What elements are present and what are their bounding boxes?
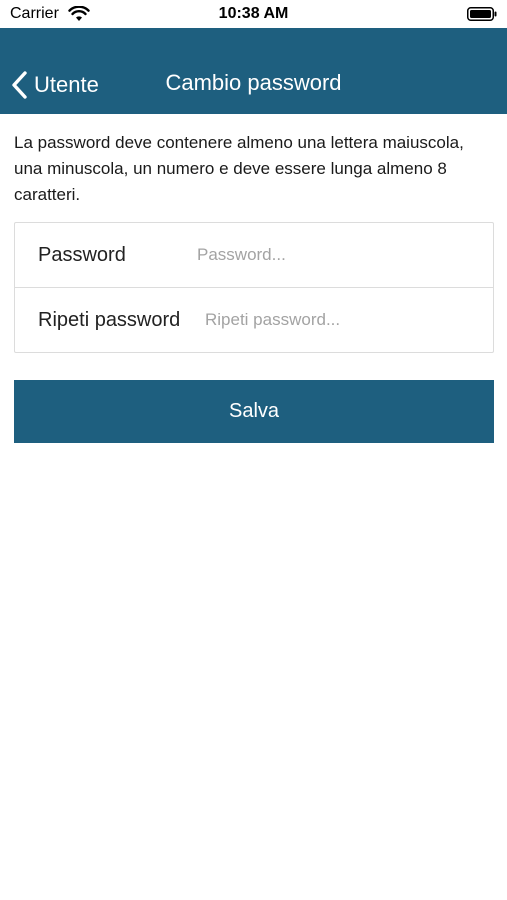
status-time: 10:38 AM: [218, 5, 289, 22]
password-label: Password: [38, 243, 126, 266]
battery-icon: [467, 7, 497, 21]
save-button[interactable]: Salva: [14, 380, 494, 443]
repeat-password-row: Ripeti password: [15, 288, 493, 353]
password-row: Password: [15, 223, 493, 288]
repeat-password-input[interactable]: [205, 300, 475, 340]
password-input[interactable]: [197, 235, 467, 275]
password-requirements-text: La password deve contenere almeno una le…: [14, 133, 464, 204]
navigation-bar: Utente Cambio password: [0, 28, 507, 114]
page-title: Cambio password: [165, 70, 342, 95]
status-bar: Carrier 10:38 AM: [0, 0, 507, 28]
repeat-password-label: Ripeti password: [38, 309, 181, 331]
password-form: Password Ripeti password: [14, 222, 494, 353]
